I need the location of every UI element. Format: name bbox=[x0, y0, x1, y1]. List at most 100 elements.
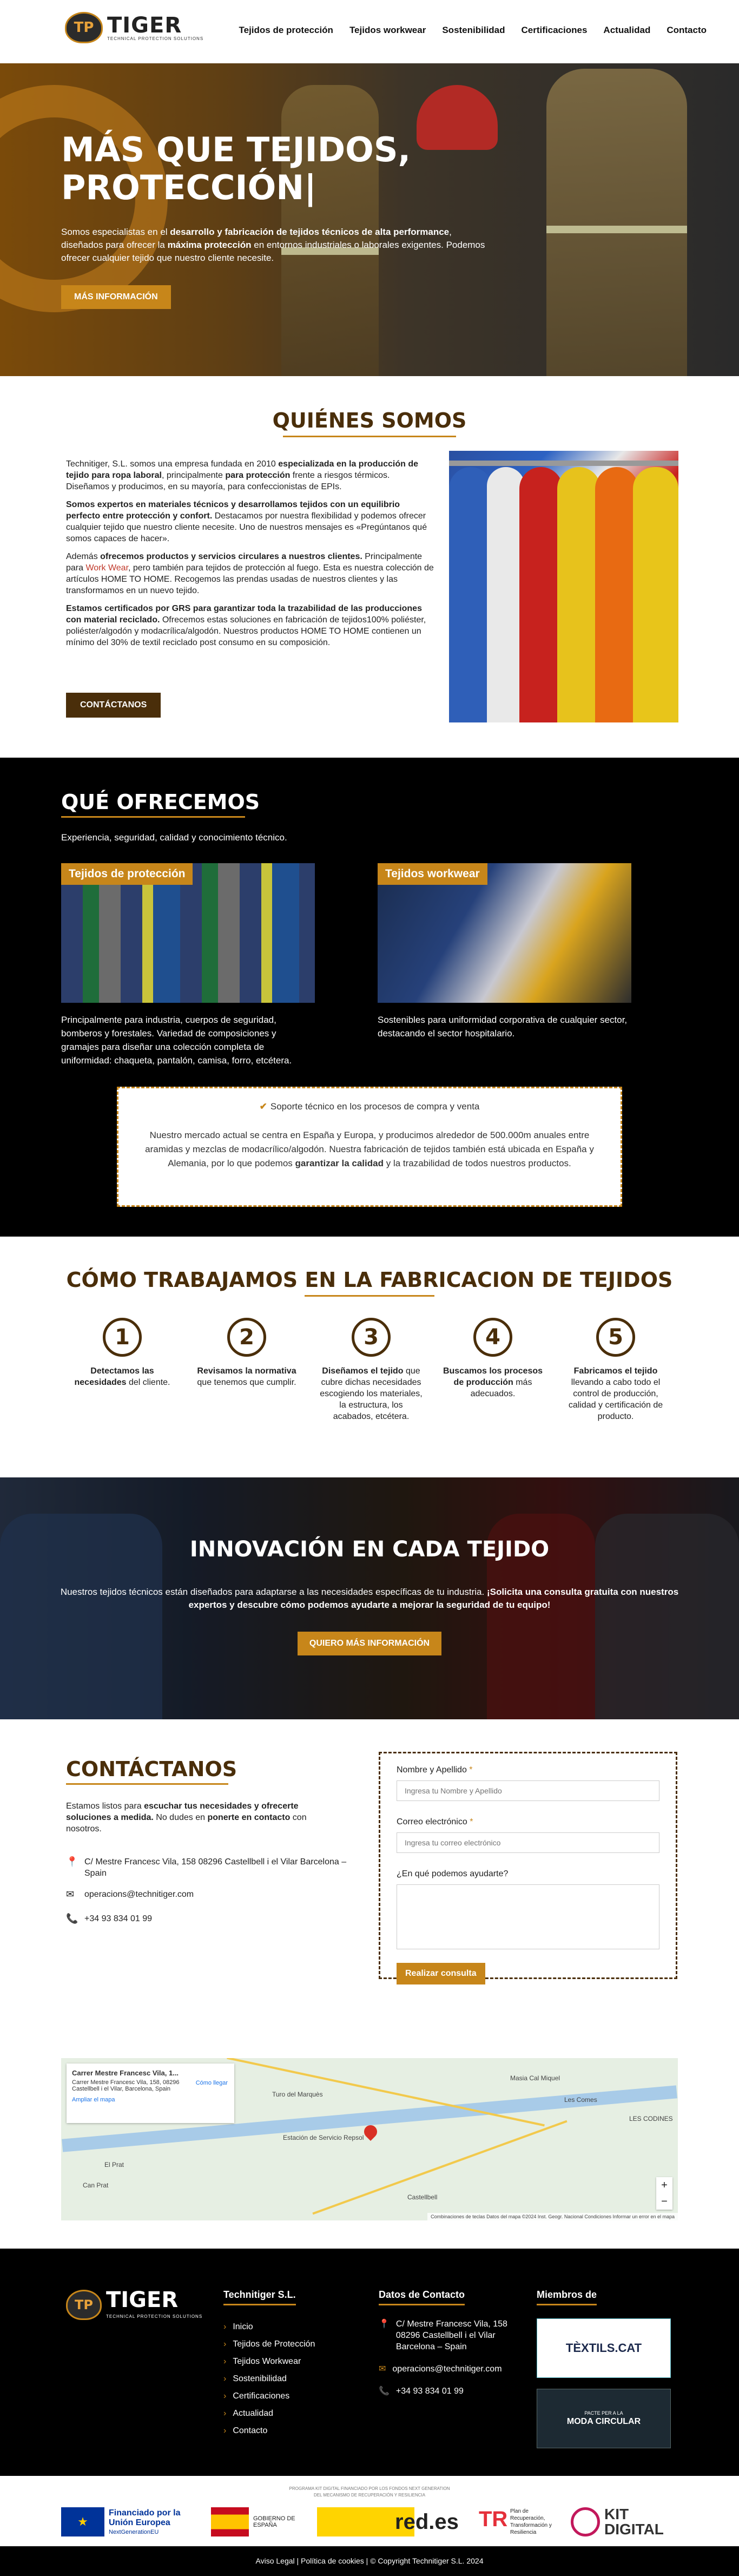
moda-circular-logo[interactable]: PACTE PER A LA MODA CIRCULAR bbox=[537, 2389, 671, 2448]
hero-text-part: Somos especialistas en el bbox=[61, 227, 170, 237]
footer-link[interactable]: › Sostenibilidad bbox=[223, 2370, 315, 2388]
location-pin-icon: 📍 bbox=[66, 1856, 78, 1867]
garment bbox=[449, 467, 492, 722]
funding-line: DEL MECANISMO DE RECUPERACIÓN Y RESILIEN… bbox=[313, 2493, 426, 2498]
innovation-text: Nuestros tejidos técnicos están diseñado… bbox=[54, 1586, 685, 1612]
map-directions-link[interactable]: Cómo llegar bbox=[196, 2080, 228, 2086]
map-label: Les Comes bbox=[564, 2096, 597, 2104]
contact-address-text: C/ Mestre Francesc Vila, 158 08296 Caste… bbox=[84, 1857, 347, 1878]
nav-tejidos-workwear[interactable]: Tejidos workwear bbox=[349, 25, 426, 36]
envelope-icon: ✉ bbox=[66, 1889, 75, 1900]
message-textarea[interactable] bbox=[397, 1884, 659, 1949]
location-pin-icon: 📍 bbox=[379, 2319, 390, 2329]
step-text-part: llevando a cabo todo el control de produ… bbox=[568, 1378, 663, 1421]
process-step: 3 Diseñamos el tejido que cubre dichas ne… bbox=[320, 1318, 423, 1422]
envelope-icon: ✉ bbox=[379, 2364, 386, 2374]
step-text: Diseñamos el tejido que cubre dichas nec… bbox=[320, 1365, 423, 1422]
nav-contacto[interactable]: Contacto bbox=[667, 25, 707, 36]
logo-mark: TP bbox=[75, 2297, 93, 2312]
hero-title: MÁS QUE TEJIDOS, PROTECCIÓN| bbox=[61, 131, 440, 207]
footer-column-title: Technitiger S.L. bbox=[223, 2289, 296, 2305]
nav-certificaciones[interactable]: Certificaciones bbox=[522, 25, 588, 36]
contact-email-text[interactable]: operacions@technitiger.com bbox=[84, 1889, 194, 1900]
location-map[interactable]: Turo del Marquès Estación de Servicio Re… bbox=[61, 2058, 678, 2220]
logo-name: TIGER bbox=[107, 12, 182, 38]
step-text-bold: Diseñamos el tejido bbox=[322, 1366, 404, 1376]
map-attribution[interactable]: Combinaciones de teclas Datos del mapa ©… bbox=[427, 2213, 678, 2220]
step-text-part: que tenemos que cumplir. bbox=[197, 1378, 296, 1387]
email-label-text: Correo electrónico bbox=[397, 1817, 467, 1826]
footer-link[interactable]: › Actualidad bbox=[223, 2405, 315, 2422]
footer-link[interactable]: › Certificaciones bbox=[223, 2388, 315, 2405]
about-text-bold: ofrecemos productos y servicios circular… bbox=[100, 552, 362, 561]
footer-phone-text[interactable]: +34 93 834 01 99 bbox=[396, 2386, 464, 2397]
about-contact-button[interactable]: CONTÁCTANOS bbox=[66, 693, 161, 718]
footer-contact-column: Datos de Contacto 📍 C/ Mestre Francesc Vi… bbox=[379, 2289, 519, 2408]
logo-name: TIGER bbox=[106, 2288, 179, 2312]
hero-more-info-button[interactable]: MÁS INFORMACIÓN bbox=[61, 285, 171, 309]
footer-link-label[interactable]: Sostenibilidad bbox=[233, 2374, 287, 2383]
eu-funding-text: Financiado por la Unión Europea bbox=[109, 2508, 181, 2527]
about-paragraph: Estamos certificados por GRS para garant… bbox=[66, 603, 434, 648]
contact-intro-bold: ponerte en contacto bbox=[207, 1813, 291, 1822]
site-logo[interactable]: TP TIGER TECHNICAL PROTECTION SOLUTIONS bbox=[65, 12, 203, 43]
map-label: LES CODINES bbox=[629, 2115, 673, 2122]
zoom-in-button[interactable]: + bbox=[661, 2179, 668, 2192]
support-box: ✔ Soporte técnico en los procesos de comp… bbox=[117, 1087, 622, 1207]
submit-button[interactable]: Realizar consulta bbox=[397, 1963, 485, 1984]
work-wear-link[interactable]: Work Wear bbox=[85, 563, 128, 573]
contact-intro: Estamos listos para escuchar tus necesid… bbox=[66, 1800, 336, 1835]
footer-email[interactable]: ✉ operacions@technitiger.com bbox=[379, 2363, 519, 2375]
footer-link-label[interactable]: Tejidos de Protección bbox=[233, 2340, 315, 2349]
message-label: ¿En qué podemos ayudarte? bbox=[397, 1869, 509, 1878]
footer-link-label[interactable]: Tejidos Workwear bbox=[233, 2357, 301, 2366]
contact-phone-text[interactable]: +34 93 834 01 99 bbox=[84, 1913, 152, 1924]
map-label: El Prat bbox=[104, 2161, 124, 2168]
about-text-bold: para protección bbox=[225, 471, 291, 480]
process-step: 4 Buscamos los procesos de producción más… bbox=[441, 1318, 544, 1399]
nav-tejidos-proteccion[interactable]: Tejidos de protección bbox=[239, 25, 333, 36]
services-title: QUÉ OFRECEMOS bbox=[61, 790, 260, 814]
map-enlarge-link[interactable]: Ampliar el mapa bbox=[72, 2097, 229, 2103]
footer-link-label[interactable]: Certificaciones bbox=[233, 2391, 289, 2401]
name-label-text: Nombre y Apellido bbox=[397, 1765, 467, 1775]
card-tejidos-proteccion[interactable]: Tejidos de protección bbox=[61, 863, 315, 1003]
footer-link-label[interactable]: Inicio bbox=[233, 2322, 253, 2331]
innovation-more-info-button[interactable]: QUIERO MÁS INFORMACIÓN bbox=[298, 1632, 441, 1655]
nav-actualidad[interactable]: Actualidad bbox=[603, 25, 650, 36]
contact-phone[interactable]: 📞 +34 93 834 01 99 bbox=[66, 1913, 358, 1924]
footer-email-text[interactable]: operacions@technitiger.com bbox=[392, 2363, 502, 2375]
footer-link[interactable]: › Inicio bbox=[223, 2318, 315, 2336]
hero-jacket-image bbox=[546, 69, 687, 376]
member-name: TÈXTILS.CAT bbox=[565, 2341, 642, 2355]
textils-cat-logo[interactable]: TÈXTILS.CAT bbox=[537, 2318, 671, 2378]
contact-email[interactable]: ✉ operacions@technitiger.com bbox=[66, 1889, 358, 1900]
about-text-part: Technitiger, S.L. somos una empresa fund… bbox=[66, 459, 279, 469]
about-paragraph: Technitiger, S.L. somos una empresa fund… bbox=[66, 458, 434, 492]
logo-badge: TP bbox=[66, 2290, 102, 2320]
nav-sostenibilidad[interactable]: Sostenibilidad bbox=[442, 25, 505, 36]
card-tejidos-workwear[interactable]: Tejidos workwear bbox=[378, 863, 631, 1003]
name-label: Nombre y Apellido * bbox=[397, 1765, 659, 1775]
name-input[interactable] bbox=[397, 1780, 659, 1801]
footer-link-label[interactable]: Actualidad bbox=[233, 2409, 273, 2418]
step-number: 1 bbox=[103, 1318, 142, 1357]
services-subtitle: Experiencia, seguridad, calidad y conoci… bbox=[61, 832, 287, 843]
zoom-out-button[interactable]: − bbox=[661, 2196, 668, 2208]
footer-link-label[interactable]: Contacto bbox=[233, 2426, 267, 2435]
step-text-bold: Fabricamos el tejido bbox=[573, 1366, 658, 1376]
footer-link[interactable]: › Contacto bbox=[223, 2422, 315, 2440]
footer-link[interactable]: › Tejidos Workwear bbox=[223, 2353, 315, 2370]
map-label: Castellbell bbox=[407, 2193, 438, 2201]
footer-link[interactable]: › Tejidos de Protección bbox=[223, 2336, 315, 2353]
innovation-section: INNOVACIÓN EN CADA TEJIDO Nuestros tejid… bbox=[0, 1477, 739, 1719]
kit-digital-text: KIT DIGITAL bbox=[604, 2506, 664, 2538]
legal-bar[interactable]: Aviso Legal | Política de cookies | © Co… bbox=[0, 2546, 739, 2576]
about-text: Technitiger, S.L. somos una empresa fund… bbox=[66, 458, 434, 655]
footer-phone[interactable]: 📞 +34 93 834 01 99 bbox=[379, 2386, 519, 2397]
process-section: CÓMO TRABAJAMOS EN LA FABRICACION DE TEJ… bbox=[0, 1237, 739, 1477]
chevron-right-icon: › bbox=[223, 2409, 227, 2418]
email-input[interactable] bbox=[397, 1832, 659, 1853]
footer-logo[interactable]: TP TIGER TECHNICAL PROTECTION SOLUTIONS bbox=[66, 2289, 202, 2321]
garment bbox=[595, 467, 638, 722]
